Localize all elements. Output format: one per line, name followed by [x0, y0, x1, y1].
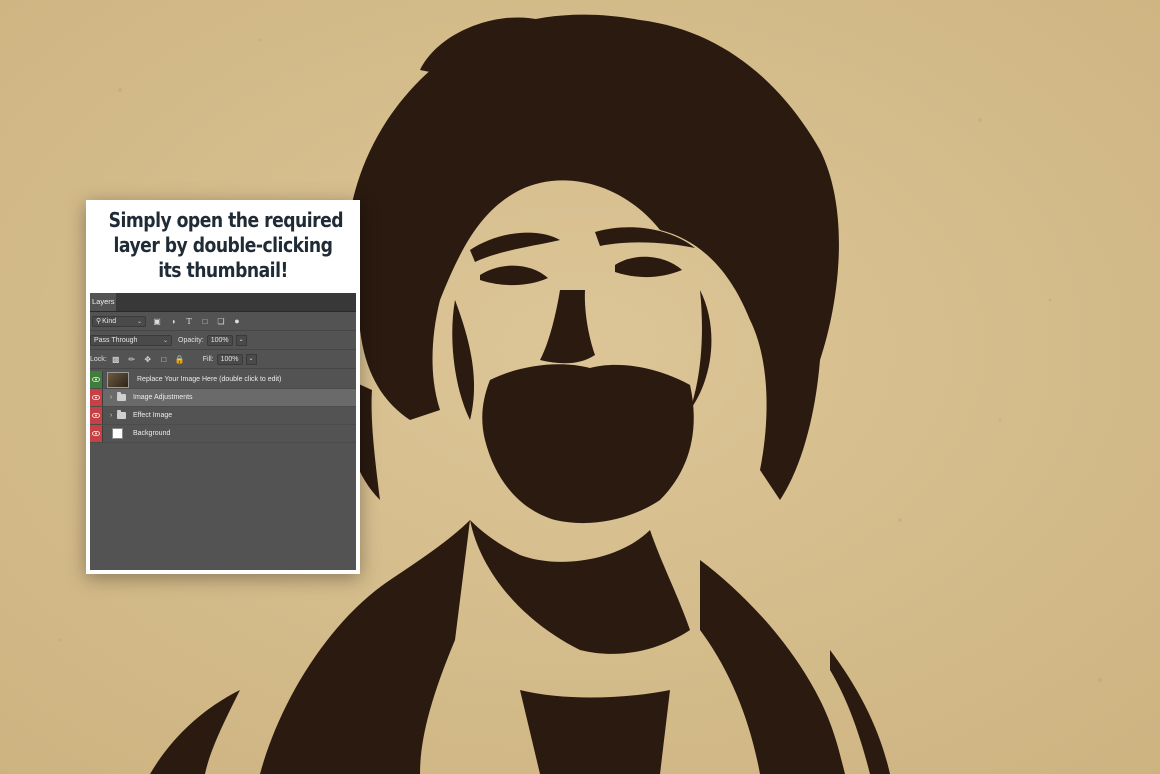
- chevron-down-icon: ⌄: [136, 318, 142, 325]
- blend-mode-value: Pass Through: [94, 336, 138, 344]
- layer-row-background[interactable]: Background: [90, 425, 356, 443]
- layer-row-image-adjustments[interactable]: › Image Adjustments: [90, 389, 356, 407]
- expand-caret-icon[interactable]: ›: [107, 412, 115, 419]
- lock-transparent-icon[interactable]: ▩: [111, 354, 121, 364]
- blend-mode-select[interactable]: Pass Through ⌄: [90, 334, 172, 346]
- kind-filter-select[interactable]: ⚲ Kind ⌄: [92, 315, 146, 327]
- lock-position-icon[interactable]: ✥: [143, 354, 153, 364]
- layer-name: Image Adjustments: [133, 394, 193, 401]
- instruction-caption: Simply open the required layer by double…: [108, 204, 344, 292]
- caption-line-2: layer by double-clicking: [113, 233, 333, 257]
- lock-brush-icon[interactable]: ✏: [127, 354, 137, 364]
- smart-object-thumbnail[interactable]: [107, 371, 129, 388]
- filter-toggle-icon[interactable]: ●: [232, 316, 242, 326]
- instruction-card: Simply open the required layer by double…: [86, 200, 360, 574]
- layer-name: Background: [133, 430, 171, 437]
- blend-row: Pass Through ⌄ Opacity: 100% ⌄: [90, 331, 356, 350]
- layers-list: Replace Your Image Here (double click to…: [90, 371, 356, 443]
- layers-panel: Layers ⚲ Kind ⌄ ▣ ◑ T □ ❏ ● Pass Through…: [90, 293, 356, 570]
- layer-name: Effect Image: [133, 412, 173, 419]
- lock-row: Lock: ▩ ✏ ✥ □ 🔒 Fill: 100% ⌄: [90, 350, 356, 369]
- opacity-dropdown-icon[interactable]: ⌄: [235, 334, 247, 346]
- folder-icon: [117, 392, 126, 401]
- lock-label: Lock:: [90, 355, 107, 363]
- lock-artboard-icon[interactable]: □: [159, 354, 169, 364]
- folder-icon: [117, 410, 126, 419]
- opacity-field[interactable]: 100%: [206, 334, 233, 346]
- layer-row-effect-image[interactable]: › Effect Image: [90, 407, 356, 425]
- tab-layers[interactable]: Layers: [90, 293, 116, 311]
- fill-label: Fill:: [202, 355, 214, 363]
- caption-line-1: Simply open the required: [108, 208, 344, 232]
- layer-row-replace-image[interactable]: Replace Your Image Here (double click to…: [90, 371, 356, 389]
- visibility-eye-icon[interactable]: [90, 389, 103, 406]
- visibility-eye-icon[interactable]: [90, 425, 103, 442]
- adjustment-filter-icon[interactable]: ◑: [168, 316, 178, 326]
- caption-line-3: its thumbnail!: [158, 258, 288, 282]
- kind-filter-label: Kind: [102, 317, 117, 325]
- visibility-eye-icon[interactable]: [90, 407, 103, 424]
- fill-dropdown-icon[interactable]: ⌄: [245, 353, 257, 365]
- layers-tab-bar: Layers: [90, 293, 356, 312]
- opacity-label: Opacity:: [178, 336, 204, 344]
- type-filter-icon[interactable]: T: [184, 316, 194, 326]
- fill-field[interactable]: 100%: [216, 353, 243, 365]
- layer-name: Replace Your Image Here (double click to…: [137, 376, 282, 383]
- shape-filter-icon[interactable]: □: [200, 316, 210, 326]
- image-filter-icon[interactable]: ▣: [152, 316, 162, 326]
- filter-row: ⚲ Kind ⌄ ▣ ◑ T □ ❏ ●: [90, 312, 356, 331]
- search-icon: ⚲: [96, 318, 102, 325]
- smart-object-filter-icon[interactable]: ❏: [216, 316, 226, 326]
- chevron-down-icon: ⌄: [162, 337, 168, 344]
- lock-all-icon[interactable]: 🔒: [175, 354, 185, 364]
- expand-caret-icon[interactable]: ›: [107, 394, 115, 401]
- background-thumbnail[interactable]: [112, 428, 123, 439]
- visibility-eye-icon[interactable]: [90, 371, 103, 388]
